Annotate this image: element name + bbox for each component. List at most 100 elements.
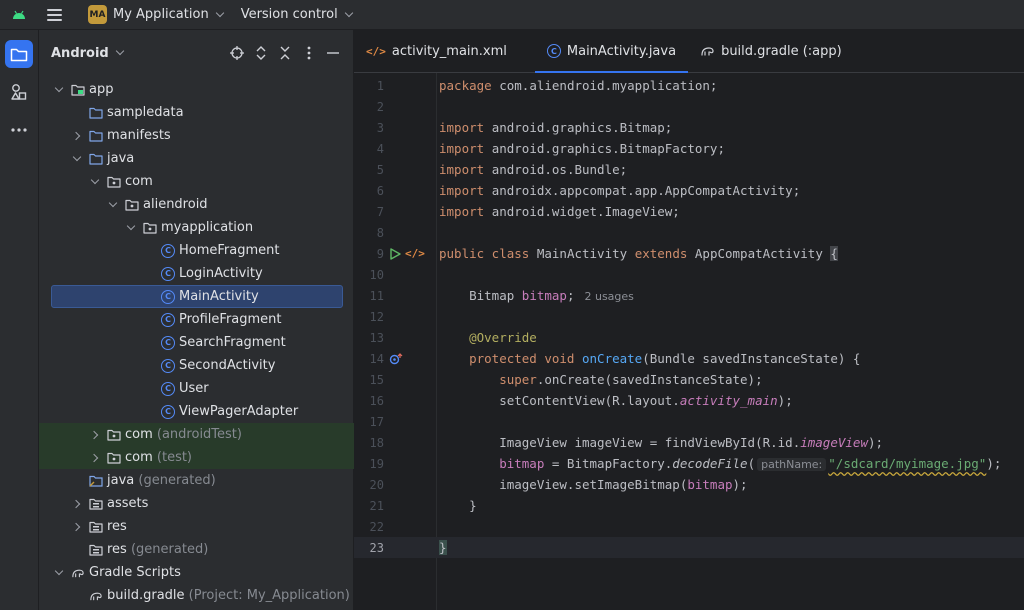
minimize-icon[interactable] xyxy=(321,41,345,65)
more-tools-button[interactable] xyxy=(5,116,33,144)
tab-build-gradle-app-[interactable]: build.gradle (:app) xyxy=(688,30,854,72)
tree-item-searchfragment[interactable]: C SearchFragment xyxy=(39,331,354,354)
tree-item-viewpageradapter[interactable]: C ViewPagerAdapter xyxy=(39,400,354,423)
expand-all-icon[interactable] xyxy=(249,41,273,65)
title-bar: MA My Application Version control xyxy=(0,0,1024,30)
chevron-down-icon[interactable] xyxy=(115,46,124,56)
chevron-right-icon[interactable] xyxy=(71,130,83,142)
tree-item-res[interactable]: res (generated) xyxy=(39,538,354,561)
version-control-menu[interactable]: Version control xyxy=(241,0,353,30)
tree-item-app[interactable]: app xyxy=(39,78,354,101)
code-line: 23} xyxy=(354,537,1024,558)
line-number[interactable]: 18 xyxy=(354,436,384,450)
tree-item-assets[interactable]: assets xyxy=(39,492,354,515)
code-text[interactable]: bitmap = BitmapFactory.decodeFile(pathNa… xyxy=(439,456,1001,471)
tree-item-java[interactable]: java xyxy=(39,147,354,170)
code-editor[interactable]: 1 package com.aliendroid.myapplication; 2 3… xyxy=(354,73,1024,610)
chevron-right-icon[interactable] xyxy=(71,498,83,510)
tree-item-java[interactable]: java (generated) xyxy=(39,469,354,492)
tree-item-res[interactable]: res xyxy=(39,515,354,538)
run-gutter-icon[interactable]: </> xyxy=(389,247,425,260)
tree-item-com[interactable]: com (androidTest) xyxy=(39,423,354,446)
line-number[interactable]: 13 xyxy=(354,331,384,345)
chevron-right-icon[interactable] xyxy=(89,452,101,464)
line-number[interactable]: 6 xyxy=(354,184,384,198)
tree-item-user[interactable]: C User xyxy=(39,377,354,400)
code-text[interactable]: setContentView(R.layout.activity_main); xyxy=(439,393,793,408)
line-number[interactable]: 12 xyxy=(354,310,384,324)
locate-file-icon[interactable] xyxy=(225,41,249,65)
tree-item-mainactivity[interactable]: C MainActivity xyxy=(51,285,343,308)
code-line: 6 import androidx.appcompat.app.AppCompat… xyxy=(354,180,1024,201)
chevron-down-icon[interactable] xyxy=(89,175,101,188)
tree-item-loginactivity[interactable]: C LoginActivity xyxy=(39,262,354,285)
line-number[interactable]: 3 xyxy=(354,121,384,135)
options-vertical-icon[interactable] xyxy=(297,41,321,65)
main-menu-button[interactable] xyxy=(42,0,66,30)
line-number[interactable]: 21 xyxy=(354,499,384,513)
tree-item-manifests[interactable]: manifests xyxy=(39,124,354,147)
project-switcher[interactable]: MA My Application xyxy=(88,0,224,30)
line-number[interactable]: 10 xyxy=(354,268,384,282)
code-text[interactable]: imageView.setImageBitmap(bitmap); xyxy=(439,477,747,492)
line-number[interactable]: 5 xyxy=(354,163,384,177)
code-text[interactable]: import android.os.Bundle; xyxy=(439,162,627,177)
line-number[interactable]: 9 xyxy=(354,247,384,261)
chevron-down-icon[interactable] xyxy=(125,221,137,234)
line-number[interactable]: 17 xyxy=(354,415,384,429)
code-text[interactable]: } xyxy=(439,540,447,555)
line-number[interactable]: 11 xyxy=(354,289,384,303)
code-text[interactable]: ImageView imageView = findViewById(R.id.… xyxy=(439,435,883,450)
tree-item-secondactivity[interactable]: C SecondActivity xyxy=(39,354,354,377)
line-number[interactable]: 16 xyxy=(354,394,384,408)
line-number[interactable]: 4 xyxy=(354,142,384,156)
chevron-down-icon[interactable] xyxy=(107,198,119,211)
code-text[interactable]: @Override xyxy=(439,330,537,345)
line-number[interactable]: 15 xyxy=(354,373,384,387)
tree-item-gradle-scripts[interactable]: Gradle Scripts xyxy=(39,561,354,584)
tree-item-com[interactable]: com (test) xyxy=(39,446,354,469)
tab-mainactivity-java[interactable]: C MainActivity.java xyxy=(534,30,689,73)
chevron-down-icon[interactable] xyxy=(71,152,83,165)
code-text[interactable]: super.onCreate(savedInstanceState); xyxy=(439,372,762,387)
editor-tabs: </> activity_main.xml C MainActivity.java bu… xyxy=(354,30,1024,73)
line-number[interactable]: 23 xyxy=(354,541,384,555)
line-number[interactable]: 7 xyxy=(354,205,384,219)
chevron-right-icon[interactable] xyxy=(89,429,101,441)
tree-item-profilefragment[interactable]: C ProfileFragment xyxy=(39,308,354,331)
code-text[interactable]: package com.aliendroid.myapplication; xyxy=(439,78,717,93)
code-text[interactable]: import android.graphics.Bitmap; xyxy=(439,120,672,135)
line-number[interactable]: 20 xyxy=(354,478,384,492)
code-text[interactable]: import android.graphics.BitmapFactory; xyxy=(439,141,725,156)
line-number[interactable]: 22 xyxy=(354,520,384,534)
code-text[interactable]: } xyxy=(439,498,477,513)
code-text[interactable]: import androidx.appcompat.app.AppCompatA… xyxy=(439,183,800,198)
tree-item-sampledata[interactable]: sampledata xyxy=(39,101,354,124)
chevron-down-icon[interactable] xyxy=(53,566,65,579)
folder-icon xyxy=(89,106,103,120)
line-number[interactable]: 2 xyxy=(354,100,384,114)
code-text[interactable]: public class MainActivity extends AppCom… xyxy=(439,246,838,261)
override-gutter-icon[interactable] xyxy=(389,352,403,365)
tree-item-homefragment[interactable]: C HomeFragment xyxy=(39,239,354,262)
resource-folder-icon xyxy=(89,497,103,511)
tree-item-com[interactable]: com xyxy=(39,170,354,193)
code-text[interactable]: Bitmap bitmap; 2 usages xyxy=(439,288,634,303)
chevron-right-icon[interactable] xyxy=(71,521,83,533)
line-number[interactable]: 8 xyxy=(354,226,384,240)
line-number[interactable]: 1 xyxy=(354,79,384,93)
code-text[interactable]: import android.widget.ImageView; xyxy=(439,204,680,219)
resource-manager-button[interactable] xyxy=(5,78,33,106)
tab-activity-main-xml[interactable]: </> activity_main.xml xyxy=(354,30,519,72)
collapse-all-icon[interactable] xyxy=(273,41,297,65)
chevron-down-icon[interactable] xyxy=(53,83,65,96)
tree-item-build-gradle[interactable]: build.gradle (Project: My_Application) xyxy=(39,584,354,607)
generated-folder-icon xyxy=(89,474,103,488)
tree-item-myapplication[interactable]: myapplication xyxy=(39,216,354,239)
line-number[interactable]: 19 xyxy=(354,457,384,471)
tree-item-aliendroid[interactable]: aliendroid xyxy=(39,193,354,216)
line-number[interactable]: 14 xyxy=(354,352,384,366)
code-text[interactable]: protected void onCreate(Bundle savedInst… xyxy=(439,351,860,366)
project-view-selector[interactable]: Android xyxy=(51,46,109,61)
project-tool-button[interactable] xyxy=(5,40,33,68)
